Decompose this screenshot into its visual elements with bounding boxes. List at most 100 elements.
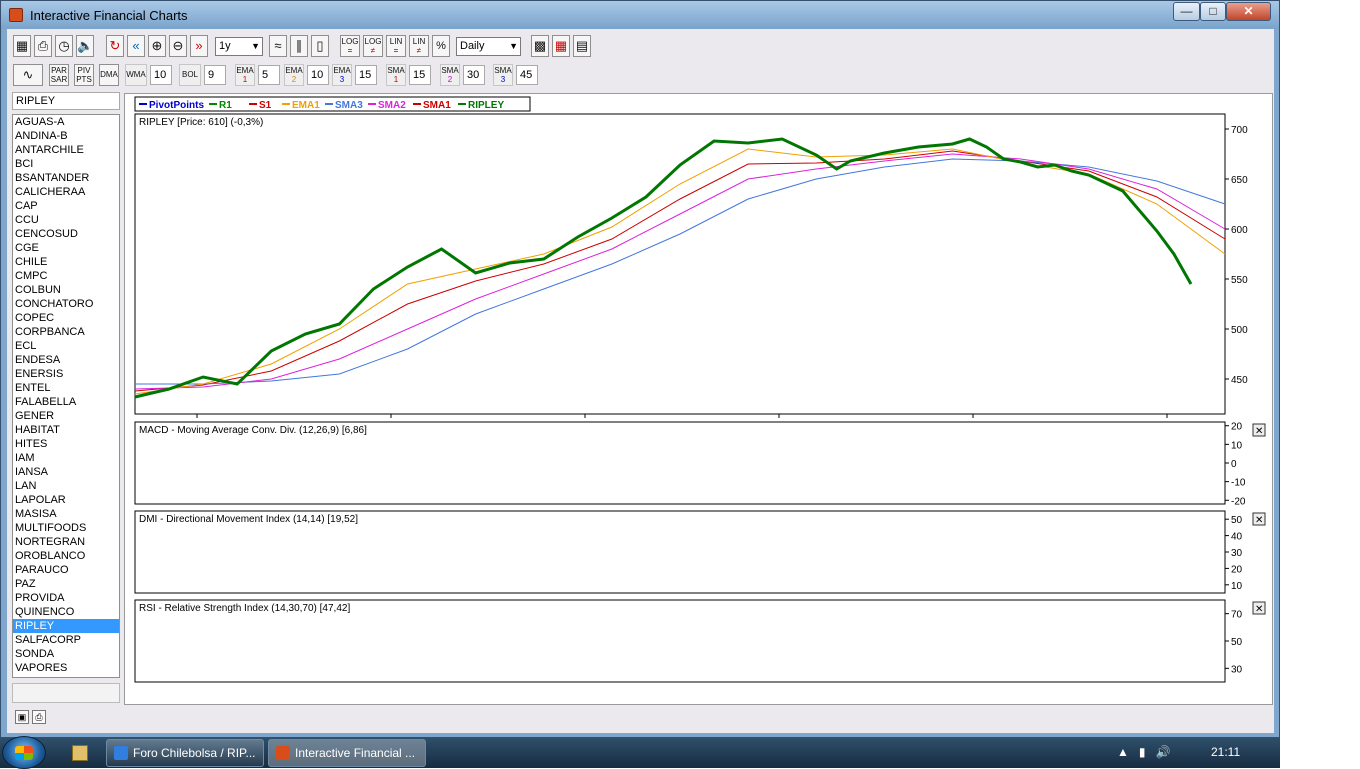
sound-icon[interactable]: 🔈 [76, 35, 94, 57]
ema3-period-field[interactable]: 15 [355, 65, 377, 85]
symbol-item[interactable]: LAPOLAR [13, 493, 119, 507]
forward-icon[interactable]: » [190, 35, 208, 57]
chart-settings-icon[interactable]: ▩ [531, 35, 549, 57]
symbol-item[interactable]: SONDA [13, 647, 119, 661]
print-icon[interactable]: ⎙ [34, 35, 52, 57]
symbol-item[interactable]: MASISA [13, 507, 119, 521]
wma-period-field[interactable]: 10 [150, 65, 172, 85]
bar-chart-icon[interactable]: ∥ [290, 35, 308, 57]
rewind-icon[interactable]: « [127, 35, 145, 57]
symbol-item[interactable]: ECL [13, 339, 119, 353]
bol-period-field[interactable]: 9 [204, 65, 226, 85]
percent-button[interactable]: % [432, 35, 450, 57]
symbol-item[interactable]: ENTEL [13, 381, 119, 395]
symbol-item[interactable]: AGUAS-A [13, 115, 119, 129]
symbol-item[interactable]: ANDINA-B [13, 129, 119, 143]
symbol-item[interactable]: FALABELLA [13, 395, 119, 409]
close-icon-glyph[interactable]: ✕ [1255, 515, 1263, 526]
symbol-item[interactable]: PAZ [13, 577, 119, 591]
symbol-field[interactable]: RIPLEY [12, 92, 120, 110]
symbol-item[interactable]: HABITAT [13, 423, 119, 437]
zoom-in-icon[interactable]: ⊕ [148, 35, 166, 57]
interval-select[interactable]: Daily ▼ [456, 37, 521, 56]
fit-screen-icon[interactable]: ▣ [15, 710, 29, 724]
indicator-dma[interactable]: DMA [99, 64, 119, 86]
close-icon-glyph[interactable]: ✕ [1255, 604, 1263, 615]
symbol-item[interactable]: SALFACORP [13, 633, 119, 647]
symbol-item[interactable]: LAN [13, 479, 119, 493]
explorer-icon[interactable] [72, 745, 88, 761]
period-select[interactable]: 1y ▼ [215, 37, 263, 56]
taskbar-item-browser[interactable]: Foro Chilebolsa / RIP... [106, 739, 264, 767]
indicator-ema1[interactable]: EMA 1 [235, 64, 255, 86]
indicator-bol[interactable]: BOL [179, 64, 201, 86]
symbol-item[interactable]: PROVIDA [13, 591, 119, 605]
log-scale-button[interactable]: LOG = [340, 35, 360, 57]
zoom-out-icon[interactable]: ⊖ [169, 35, 187, 57]
symbol-item[interactable]: MULTIFOODS [13, 521, 119, 535]
taskbar-item-charts[interactable]: Interactive Financial ... [268, 739, 426, 767]
title-bar[interactable]: Interactive Financial Charts — □ ✕ [1, 1, 1279, 29]
symbol-item[interactable]: BCI [13, 157, 119, 171]
symbol-item[interactable]: BSANTANDER [13, 171, 119, 185]
symbol-item[interactable]: RIPLEY [13, 619, 119, 633]
symbol-item[interactable]: PARAUCO [13, 563, 119, 577]
indicator-ema3[interactable]: EMA 3 [332, 64, 352, 86]
symbol-list[interactable]: AGUAS-A ANDINA-B ANTARCHILE BCI BSANTANDER CA… [12, 114, 120, 678]
ema2-period-field[interactable]: 10 [307, 65, 329, 85]
clock-icon[interactable]: ◷ [55, 35, 73, 57]
indicator-sma3[interactable]: SMA 3 [493, 64, 513, 86]
refresh-icon[interactable]: ↻ [106, 35, 124, 57]
indicator-wma[interactable]: WMA [125, 64, 147, 86]
system-tray[interactable]: ▲▮🔊 [1117, 745, 1180, 759]
symbol-item[interactable]: IAM [13, 451, 119, 465]
symbol-item[interactable]: CENCOSUD [13, 227, 119, 241]
symbol-item[interactable]: COLBUN [13, 283, 119, 297]
chart-area[interactable]: PivotPoints R1 S1 EMA1 SMA3 SMA2 SMA1 RIPLEY RI… [124, 93, 1273, 705]
start-button[interactable] [2, 736, 46, 769]
lin-ne-button[interactable]: LIN ≠ [409, 35, 429, 57]
sma2-period-field[interactable]: 30 [463, 65, 485, 85]
symbol-item[interactable]: IANSA [13, 465, 119, 479]
sma3-period-field[interactable]: 45 [516, 65, 538, 85]
indicator-sma2[interactable]: SMA 2 [440, 64, 460, 86]
symbol-item[interactable]: ENERSIS [13, 367, 119, 381]
symbol-item[interactable]: CALICHERAA [13, 185, 119, 199]
symbol-item[interactable]: CHILE [13, 255, 119, 269]
table-icon[interactable]: ▤ [573, 35, 591, 57]
color-palette-icon[interactable]: ▦ [552, 35, 570, 57]
minimize-button[interactable]: — [1173, 2, 1200, 21]
grid-icon[interactable]: ▦ [13, 35, 31, 57]
clock[interactable]: 21:11 [1211, 745, 1240, 759]
symbol-item[interactable]: HITES [13, 437, 119, 451]
symbol-item[interactable]: CMPC [13, 269, 119, 283]
symbol-item[interactable]: COPEC [13, 311, 119, 325]
symbol-item[interactable]: CGE [13, 241, 119, 255]
charts-svg[interactable]: PivotPoints R1 S1 EMA1 SMA3 SMA2 SMA1 RIPLEY RI… [125, 94, 1274, 706]
symbol-item[interactable]: CORPBANCA [13, 325, 119, 339]
symbol-item[interactable]: NORTEGRAN [13, 535, 119, 549]
symbol-item[interactable]: ENDESA [13, 353, 119, 367]
symbol-item[interactable]: OROBLANCO [13, 549, 119, 563]
close-icon-glyph[interactable]: ✕ [1255, 426, 1263, 437]
candlestick-icon[interactable]: ▯ [311, 35, 329, 57]
symbol-item[interactable]: CONCHATORO [13, 297, 119, 311]
indicator-pivpts[interactable]: PIV PTS [74, 64, 94, 86]
indicator-parsar[interactable]: PAR SAR [49, 64, 69, 86]
indicator-chart-icon[interactable]: ∿ [13, 64, 43, 86]
panel-0-frame[interactable] [134, 113, 1226, 415]
symbol-item[interactable]: CCU [13, 213, 119, 227]
print-preview-icon[interactable]: ⎙ [32, 710, 46, 724]
sma1-period-field[interactable]: 15 [409, 65, 431, 85]
line-chart-icon[interactable]: ≈ [269, 35, 287, 57]
log-ne-button[interactable]: LOG ≠ [363, 35, 383, 57]
maximize-button[interactable]: □ [1200, 2, 1226, 21]
symbol-item[interactable]: ANTARCHILE [13, 143, 119, 157]
lin-scale-button[interactable]: LIN = [386, 35, 406, 57]
close-button[interactable]: ✕ [1226, 2, 1271, 21]
symbol-item[interactable]: CAP [13, 199, 119, 213]
symbol-item[interactable]: QUINENCO [13, 605, 119, 619]
symbol-item[interactable]: VAPORES [13, 661, 119, 675]
indicator-ema2[interactable]: EMA 2 [284, 64, 304, 86]
ema1-period-field[interactable]: 5 [258, 65, 280, 85]
